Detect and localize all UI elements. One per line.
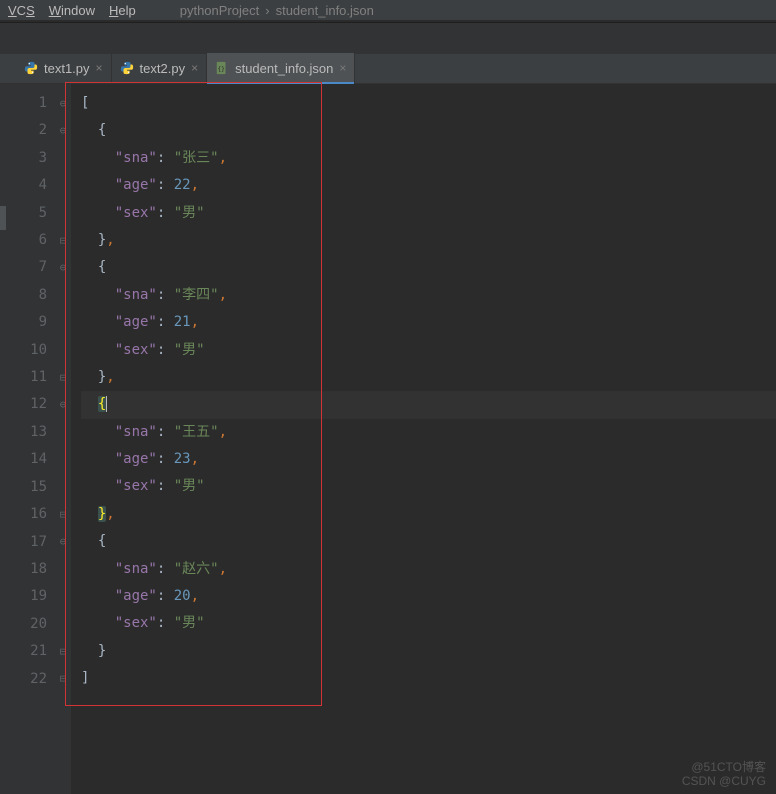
tab-label: text1.py — [44, 61, 90, 76]
line-number: 15 — [0, 474, 47, 501]
fold-marker[interactable]: ⊟ — [55, 501, 71, 528]
fold-marker[interactable]: ⊟ — [55, 364, 71, 391]
line-gutter: 12345678910111213141516171819202122 — [0, 84, 55, 794]
close-icon[interactable]: × — [191, 61, 198, 75]
fold-marker[interactable]: ⊟ — [55, 227, 71, 254]
code-line[interactable]: { — [81, 117, 776, 144]
chevron-right-icon: › — [265, 3, 269, 18]
fold-marker[interactable] — [55, 610, 71, 637]
code-line[interactable]: "sex": "男" — [81, 473, 776, 500]
fold-marker[interactable]: ⊖ — [55, 391, 71, 418]
line-number: 5 — [0, 200, 47, 227]
gutter-stripe — [0, 86, 6, 706]
breadcrumb-file[interactable]: student_info.json — [276, 3, 374, 18]
line-number: 4 — [0, 172, 47, 199]
code-line[interactable]: }, — [81, 227, 776, 254]
code-line[interactable]: ] — [81, 665, 776, 692]
line-number: 1 — [0, 90, 47, 117]
python-file-icon — [120, 61, 134, 75]
fold-marker[interactable] — [55, 200, 71, 227]
line-number: 21 — [0, 638, 47, 665]
code-line[interactable]: }, — [81, 364, 776, 391]
editor[interactable]: 12345678910111213141516171819202122 ⊖⊖⊟⊖… — [0, 84, 776, 794]
code-line[interactable]: "age": 22, — [81, 172, 776, 199]
gutter-marker — [0, 206, 6, 230]
line-number: 3 — [0, 145, 47, 172]
code-line[interactable]: "age": 21, — [81, 309, 776, 336]
code-line[interactable]: { — [81, 391, 776, 418]
tab-label: student_info.json — [235, 61, 333, 76]
menu-help[interactable]: Help — [109, 3, 136, 18]
line-number: 19 — [0, 583, 47, 610]
line-number: 2 — [0, 117, 47, 144]
fold-marker[interactable] — [55, 172, 71, 199]
code-line[interactable]: "sex": "男" — [81, 200, 776, 227]
line-number: 12 — [0, 391, 47, 418]
tab-text2-py[interactable]: text2.py × — [112, 53, 208, 83]
code-line[interactable]: "sna": "赵六", — [81, 556, 776, 583]
fold-column: ⊖⊖⊟⊖⊟⊖⊟⊖⊟⊟ — [55, 84, 71, 794]
line-number: 10 — [0, 337, 47, 364]
menu-vcs[interactable]: VCS — [8, 3, 35, 18]
fold-marker[interactable] — [55, 309, 71, 336]
code-line[interactable]: "age": 23, — [81, 446, 776, 473]
line-number: 13 — [0, 419, 47, 446]
code-line[interactable]: "sna": "王五", — [81, 419, 776, 446]
line-number: 14 — [0, 446, 47, 473]
code-line[interactable]: } — [81, 638, 776, 665]
fold-marker[interactable] — [55, 282, 71, 309]
line-number: 18 — [0, 556, 47, 583]
code-line[interactable]: [ — [81, 90, 776, 117]
code-line[interactable]: { — [81, 528, 776, 555]
fold-marker[interactable] — [55, 145, 71, 172]
fold-marker[interactable] — [55, 583, 71, 610]
fold-marker[interactable] — [55, 446, 71, 473]
code-line[interactable]: { — [81, 254, 776, 281]
json-file-icon: {} — [215, 61, 229, 75]
close-icon[interactable]: × — [96, 61, 103, 75]
code-line[interactable]: }, — [81, 501, 776, 528]
breadcrumb: pythonProject › student_info.json — [180, 3, 374, 18]
tab-student_info-json[interactable]: {} student_info.json × — [207, 53, 355, 83]
tab-label: text2.py — [140, 61, 186, 76]
toolbar-spacer — [0, 22, 776, 54]
line-number: 22 — [0, 666, 47, 693]
line-number: 9 — [0, 309, 47, 336]
fold-marker[interactable]: ⊖ — [55, 90, 71, 117]
watermark: @51CTO博客 CSDN @CUYG — [682, 760, 766, 788]
fold-marker[interactable] — [55, 419, 71, 446]
editor-tabs: text1.py × text2.py × {} student_info.json × — [0, 54, 776, 84]
main-menu: VCS Window Help pythonProject › student_… — [0, 0, 776, 20]
fold-marker[interactable]: ⊖ — [55, 528, 71, 555]
code-area[interactable]: [ { "sna": "张三", "age": 22, "sex": "男" }… — [71, 84, 776, 794]
fold-marker[interactable]: ⊟ — [55, 665, 71, 692]
code-line[interactable]: "sna": "李四", — [81, 282, 776, 309]
line-number: 6 — [0, 227, 47, 254]
svg-text:{}: {} — [218, 66, 226, 73]
code-line[interactable]: "sna": "张三", — [81, 145, 776, 172]
line-number: 11 — [0, 364, 47, 391]
line-number: 7 — [0, 254, 47, 281]
fold-marker[interactable] — [55, 473, 71, 500]
code-line[interactable]: "age": 20, — [81, 583, 776, 610]
tab-text1-py[interactable]: text1.py × — [16, 53, 112, 83]
fold-marker[interactable]: ⊖ — [55, 254, 71, 281]
line-number: 16 — [0, 501, 47, 528]
python-file-icon — [24, 61, 38, 75]
code-line[interactable]: "sex": "男" — [81, 610, 776, 637]
line-number: 17 — [0, 529, 47, 556]
fold-marker[interactable]: ⊖ — [55, 117, 71, 144]
line-number: 8 — [0, 282, 47, 309]
caret — [106, 396, 115, 412]
breadcrumb-project[interactable]: pythonProject — [180, 3, 260, 18]
menu-window[interactable]: Window — [49, 3, 95, 18]
fold-marker[interactable] — [55, 556, 71, 583]
watermark-line1: @51CTO博客 — [682, 760, 766, 774]
code-line[interactable]: "sex": "男" — [81, 337, 776, 364]
close-icon[interactable]: × — [339, 61, 346, 75]
watermark-line2: CSDN @CUYG — [682, 774, 766, 788]
line-number: 20 — [0, 611, 47, 638]
fold-marker[interactable] — [55, 337, 71, 364]
fold-marker[interactable]: ⊟ — [55, 638, 71, 665]
